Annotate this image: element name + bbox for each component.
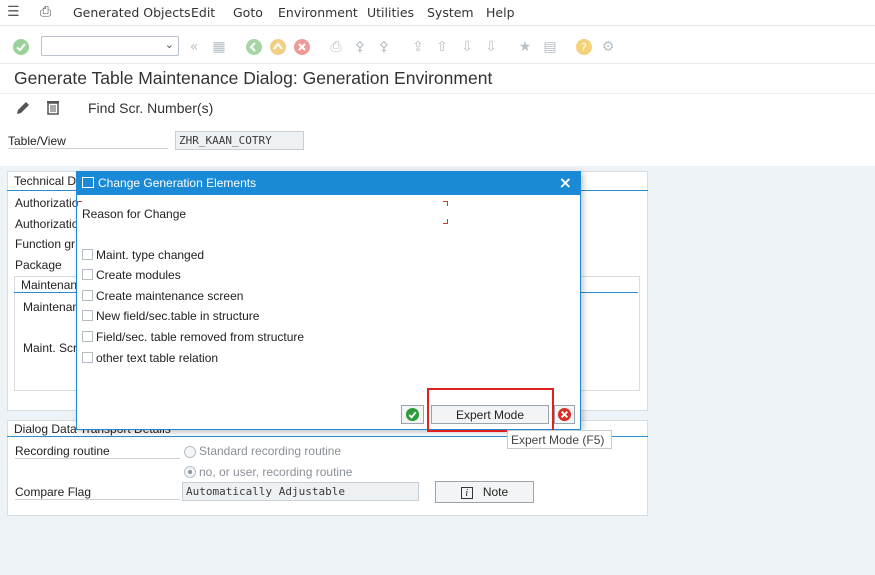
menu-edit[interactable]: Edit <box>191 5 215 20</box>
checkbox-label: Create maintenance screen <box>96 289 244 303</box>
no-user-recording-label: no, or user, recording routine <box>199 465 353 479</box>
checkbox-label: other text table relation <box>96 351 219 365</box>
checkbox-field-removed[interactable] <box>82 331 93 342</box>
expert-mode-highlight <box>427 388 554 432</box>
menu-generated-objects[interactable]: Generated Objects <box>73 5 191 20</box>
standard-recording-radio[interactable] <box>184 446 196 458</box>
standard-toolbar: ⌄ « ▦ ⎙ ⚴ ⚴ ⇪ ⇧ ⇩ ⇩ ★ ▤ ? ⚙ <box>0 26 875 64</box>
function-group-label: Function gr <box>15 237 76 251</box>
required-marker <box>443 201 448 206</box>
cancel-button[interactable] <box>554 405 575 424</box>
required-marker <box>77 201 82 206</box>
svg-text:?: ? <box>581 41 587 54</box>
collapse-icon[interactable]: « <box>185 38 203 56</box>
dialog-window-icon <box>82 177 94 188</box>
maint-screen-number-label: Maint. Scr <box>23 341 78 355</box>
checkbox-create-modules[interactable] <box>82 269 93 280</box>
prev-page-icon[interactable]: ⇧ <box>433 38 451 56</box>
sap-menu-icon[interactable]: ⎙ <box>40 4 51 20</box>
save-icon[interactable]: ▦ <box>210 38 228 56</box>
compare-flag-label: Compare Flag <box>15 485 180 500</box>
menu-bar: ☰ ⎙ Generated Objects Edit Goto Environm… <box>0 0 875 26</box>
package-label: Package <box>15 258 62 272</box>
enter-icon[interactable] <box>12 38 30 56</box>
print-icon[interactable]: ⎙ <box>327 38 345 56</box>
expert-mode-tooltip: Expert Mode (F5) <box>507 430 612 449</box>
checkbox-label: Maint. type changed <box>96 248 205 262</box>
title-bar: Generate Table Maintenance Dialog: Gener… <box>0 64 875 94</box>
confirm-button[interactable] <box>401 405 424 424</box>
checkbox-other-text-table[interactable] <box>82 352 93 363</box>
exit-icon[interactable] <box>269 38 287 56</box>
customize-icon[interactable]: ⚙ <box>599 38 617 56</box>
menu-utilities[interactable]: Utilities <box>367 5 414 20</box>
menu-help[interactable]: Help <box>486 5 515 20</box>
application-toolbar: Find Scr. Number(s) <box>0 94 875 124</box>
required-marker <box>443 219 448 224</box>
menu-goto[interactable]: Goto <box>233 5 263 20</box>
authorization-object-label: Authorizatio <box>15 217 79 231</box>
technical-details-title: Technical D <box>14 174 77 188</box>
pencil-icon[interactable] <box>14 99 32 120</box>
checkbox-create-maintenance-screen[interactable] <box>82 290 93 301</box>
info-icon: i <box>460 487 473 499</box>
menu-environment[interactable]: Environment <box>278 5 358 20</box>
cancel-icon <box>557 407 572 422</box>
page-title: Generate Table Maintenance Dialog: Gener… <box>14 68 493 88</box>
last-page-icon[interactable]: ⇩ <box>482 38 500 56</box>
dialog-title: Change Generation Elements <box>98 176 257 190</box>
find-icon[interactable]: ⚴ <box>351 38 369 56</box>
table-view-label: Table/View <box>8 134 168 149</box>
checkbox-label: New field/sec.table in structure <box>96 309 260 323</box>
help-icon[interactable]: ? <box>575 38 593 56</box>
reason-for-change-label: Reason for Change <box>82 207 187 221</box>
next-page-icon[interactable]: ⇩ <box>458 38 476 56</box>
create-session-icon[interactable]: ★ <box>516 38 534 56</box>
first-page-icon[interactable]: ⇪ <box>409 38 427 56</box>
find-next-icon[interactable]: ⚴ <box>375 38 393 56</box>
maintenance-screens-label: Maintenan <box>23 300 80 314</box>
chevron-down-icon[interactable]: ⌄ <box>165 38 174 51</box>
checkmark-icon <box>405 407 420 422</box>
command-field[interactable]: ⌄ <box>41 36 179 56</box>
checkbox-new-field[interactable] <box>82 310 93 321</box>
checkbox-label: Field/sec. table removed from structure <box>96 330 305 344</box>
cancel-icon[interactable] <box>293 38 311 56</box>
trash-icon[interactable] <box>44 98 62 119</box>
standard-recording-label: Standard recording routine <box>199 444 342 458</box>
authorization-group-label: Authorizatio <box>15 196 79 210</box>
maintenance-type-label: Maintenan <box>21 278 78 292</box>
menu-icon[interactable]: ☰ <box>7 4 20 20</box>
checkbox-maint-type-changed[interactable] <box>82 249 93 260</box>
checkbox-label: Create modules <box>96 268 181 282</box>
no-user-recording-radio[interactable] <box>184 466 196 478</box>
dialog-title-bar: Change Generation Elements × <box>77 172 580 195</box>
shortcut-icon[interactable]: ▤ <box>541 38 559 56</box>
find-screen-numbers-button[interactable]: Find Scr. Number(s) <box>88 100 213 116</box>
note-button-label: Note <box>482 485 509 499</box>
compare-flag-field[interactable]: Automatically Adjustable <box>182 482 419 501</box>
table-view-field[interactable]: ZHR_KAAN_COTRY <box>175 131 304 150</box>
recording-routine-label: Recording routine <box>15 444 180 459</box>
back-icon[interactable] <box>245 38 263 56</box>
note-button[interactable]: i Note <box>435 481 534 503</box>
menu-system[interactable]: System <box>427 5 474 20</box>
close-icon[interactable]: × <box>559 173 572 192</box>
